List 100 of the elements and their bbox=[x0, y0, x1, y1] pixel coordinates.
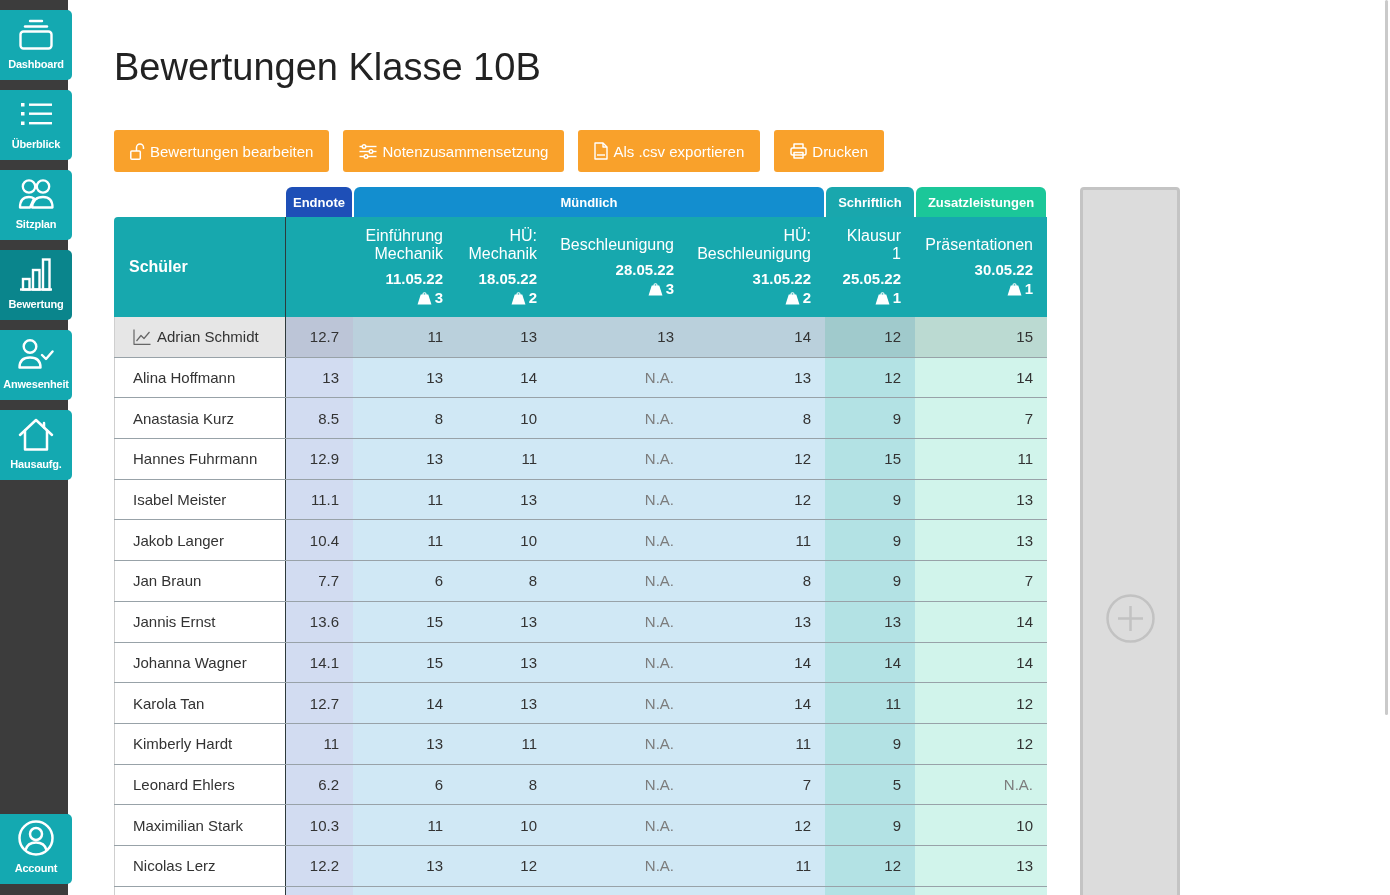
weight-value: 1 bbox=[1024, 279, 1033, 298]
column-date: 30.05.22 bbox=[974, 260, 1033, 279]
grade-cell: 11 bbox=[457, 439, 551, 479]
people-icon bbox=[18, 179, 54, 209]
grade-cell: 9 bbox=[825, 723, 915, 764]
column-title: Klausur 1 bbox=[846, 227, 901, 263]
grade-cell: N.A. bbox=[551, 439, 688, 479]
weight-value: 3 bbox=[434, 288, 443, 307]
grade-cell: 13 bbox=[915, 845, 1047, 886]
student-row[interactable]: Jan Braun 7.7 6 8 N.A. 8 9 7 bbox=[114, 561, 1047, 602]
grade-cell: N.A. bbox=[551, 520, 688, 561]
grade-cell: 7 bbox=[688, 764, 825, 805]
weight-icon bbox=[416, 290, 432, 305]
student-name: Hannes Fuhrmann bbox=[133, 450, 258, 468]
grade-cell: 13 bbox=[688, 601, 825, 642]
grade-cell: 13 bbox=[551, 317, 688, 357]
final-grade-cell: 8.5 bbox=[285, 398, 353, 439]
grade-cell: 13 bbox=[457, 683, 551, 723]
sliders-icon bbox=[359, 143, 378, 159]
grade-cell: 13 bbox=[457, 479, 551, 520]
grade-cell: 14 bbox=[915, 642, 1047, 683]
grade-cell: 12 bbox=[915, 683, 1047, 723]
list-icon bbox=[19, 102, 53, 126]
weight-value: 2 bbox=[802, 288, 811, 307]
bar-chart-icon bbox=[19, 257, 53, 291]
document-icon bbox=[594, 142, 609, 160]
sidebar-item[interactable]: Bewertung bbox=[0, 250, 72, 320]
grade-cell: N.A. bbox=[551, 845, 688, 886]
student-name: Nicolas Lerz bbox=[133, 857, 216, 875]
weight-value: 2 bbox=[528, 288, 537, 307]
student-row[interactable]: Leonard Ehlers 6.2 6 8 N.A. 7 5 N.A. bbox=[114, 764, 1047, 806]
grade-cell: 11 bbox=[688, 845, 825, 886]
grade-cell: 8 bbox=[688, 561, 825, 601]
grade-cell: 6 bbox=[353, 764, 457, 805]
grade-cell: 14 bbox=[915, 357, 1047, 398]
grade-cell: N.A. bbox=[551, 561, 688, 601]
grade-cell: 13 bbox=[915, 520, 1047, 561]
column-title: Beschleunigung bbox=[560, 236, 674, 254]
grade-cell: N.A. bbox=[551, 398, 688, 439]
grade-cell: 11 bbox=[915, 439, 1047, 479]
student-name: Anastasia Kurz bbox=[133, 409, 234, 427]
student-row[interactable]: Nicolas Lerz 12.2 13 12 N.A. 11 12 13 bbox=[114, 845, 1047, 887]
student-name: Adrian Schmidt bbox=[157, 328, 259, 346]
grade-cell: 12 bbox=[825, 317, 915, 357]
student-name: Alina Hoffmann bbox=[133, 369, 236, 387]
grade-cell: 9 bbox=[825, 479, 915, 520]
grade-cell: 9 bbox=[825, 520, 915, 561]
grade-cell: 14 bbox=[457, 357, 551, 398]
grade-cell: 13 bbox=[457, 642, 551, 683]
scrollbar-thumb[interactable] bbox=[1385, 0, 1388, 715]
column-group-header: Mündlich bbox=[354, 187, 824, 217]
student-row[interactable]: Adrian Schmidt 12.7 11 13 13 14 12 15 bbox=[114, 317, 1047, 358]
final-grade-cell: 12.9 bbox=[285, 439, 353, 479]
column-title: Präsentationen bbox=[925, 236, 1033, 254]
weight-value: 3 bbox=[665, 279, 674, 298]
student-row[interactable]: Jannis Ernst 13.6 15 13 N.A. 13 13 14 bbox=[114, 601, 1047, 643]
student-row[interactable]: Maximilian Stark 10.3 11 10 N.A. 12 9 10 bbox=[114, 805, 1047, 846]
final-grade-cell: 11 bbox=[285, 723, 353, 764]
student-row[interactable]: Isabel Meister 11.1 11 13 N.A. 12 9 13 bbox=[114, 479, 1047, 521]
final-grade-cell: 6.2 bbox=[285, 764, 353, 805]
grade-cell: 7 bbox=[915, 561, 1047, 601]
grade-cell: 11 bbox=[353, 520, 457, 561]
open-padlock-icon bbox=[130, 142, 145, 160]
add-icon[interactable] bbox=[1105, 594, 1155, 643]
grade-cell: 10 bbox=[915, 805, 1047, 845]
student-name: Maximilian Stark bbox=[133, 816, 244, 834]
column-group-header: Endnote bbox=[286, 187, 352, 217]
column-date: 11.05.22 bbox=[385, 269, 443, 288]
person-check-icon bbox=[18, 339, 54, 369]
grade-cell: 14 bbox=[915, 601, 1047, 642]
add-column-panel[interactable] bbox=[1080, 187, 1180, 895]
student-row[interactable]: Alina Hoffmann 13 13 14 N.A. 13 12 14 bbox=[114, 357, 1047, 399]
grade-cell: 11 bbox=[688, 723, 825, 764]
grade-cell: 11 bbox=[825, 683, 915, 723]
column-title: HÜ: Beschleunigung bbox=[697, 227, 811, 263]
student-row[interactable]: Kimberly Hardt 11 13 11 N.A. 11 9 12 bbox=[114, 723, 1047, 765]
grade-cell: N.A. bbox=[551, 479, 688, 520]
student-row[interactable]: Karola Tan 12.7 14 13 N.A. 14 11 12 bbox=[114, 683, 1047, 724]
student-name: Isabel Meister bbox=[133, 491, 227, 509]
final-grade-cell: 12.7 bbox=[285, 683, 353, 723]
grade-cell: 7 bbox=[915, 398, 1047, 439]
grade-cell: 13 bbox=[457, 317, 551, 357]
grade-cell: 15 bbox=[915, 317, 1047, 357]
grade-cell: 9 bbox=[825, 561, 915, 601]
final-grade-cell: 10.4 bbox=[285, 520, 353, 561]
column-header: Schüler bbox=[128, 257, 189, 277]
grade-cell: 11 bbox=[353, 479, 457, 520]
student-row[interactable]: Anastasia Kurz 8.5 8 10 N.A. 8 9 7 bbox=[114, 398, 1047, 440]
printer-icon bbox=[790, 143, 808, 159]
grade-cell: 14 bbox=[353, 683, 457, 723]
student-row[interactable]: Jakob Langer 10.4 11 10 N.A. 11 9 13 bbox=[114, 520, 1047, 562]
grade-cell: N.A. bbox=[551, 642, 688, 683]
column-title: HÜ: Mechanik bbox=[468, 227, 537, 263]
grade-cell: 12 bbox=[915, 723, 1047, 764]
grade-cell: 15 bbox=[353, 601, 457, 642]
grade-cell: 11 bbox=[353, 317, 457, 357]
student-row[interactable]: Hannes Fuhrmann 12.9 13 11 N.A. 12 15 11 bbox=[114, 439, 1047, 480]
grade-cell: 13 bbox=[688, 357, 825, 398]
student-row[interactable]: Johanna Wagner 14.1 15 13 N.A. 14 14 14 bbox=[114, 642, 1047, 684]
grade-cell: 9 bbox=[825, 398, 915, 439]
